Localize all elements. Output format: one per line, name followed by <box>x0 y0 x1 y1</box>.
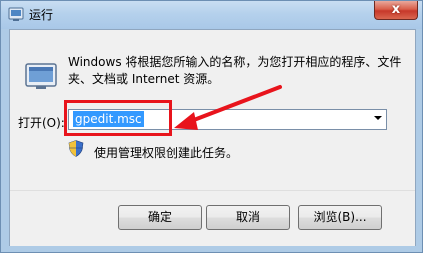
close-icon: x <box>391 2 401 17</box>
title-bar[interactable]: 运行 x <box>1 1 422 29</box>
run-dialog-window: 运行 x Windows 将根据您所输入的名称，为您打开相应的程序、文件夹、文档… <box>0 0 423 253</box>
dialog-body: Windows 将根据您所输入的名称，为您打开相应的程序、文件夹、文档或 Int… <box>9 29 416 246</box>
cancel-button[interactable]: 取消 <box>206 205 290 230</box>
browse-button[interactable]: 浏览(B)... <box>298 205 382 230</box>
ok-button[interactable]: 确定 <box>118 205 202 230</box>
window-title: 运行 <box>29 8 54 22</box>
admin-note: 使用管理权限创建此任务。 <box>94 146 239 160</box>
run-icon <box>8 7 24 21</box>
close-button[interactable]: x <box>374 1 418 20</box>
uac-shield-icon <box>68 140 84 157</box>
